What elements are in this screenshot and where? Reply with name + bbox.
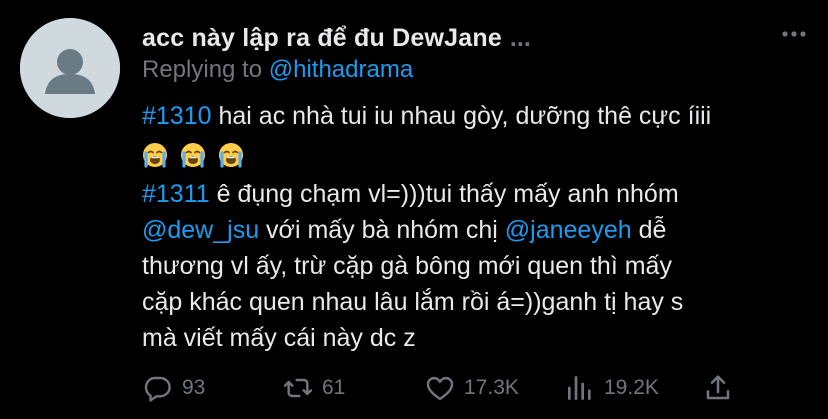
tweet-line: mà viết mấy cái này dc z bbox=[142, 320, 812, 356]
loudly-crying-face-icon bbox=[180, 142, 206, 168]
share-button[interactable] bbox=[702, 372, 734, 404]
avatar[interactable] bbox=[20, 18, 120, 118]
text-segment: hai ac nhà tui iu nhau gòy, dưỡng thê cự… bbox=[211, 102, 712, 130]
mention-link[interactable]: @janeeyeh bbox=[505, 216, 632, 244]
display-name[interactable]: acc này lập ra để đu DewJane bbox=[142, 24, 502, 53]
tweet-body: #1310 hai ac nhà tui iu nhau gòy, dưỡng … bbox=[142, 98, 812, 356]
tweet-line: thương vl ấy, trừ cặp gà bông mới quen t… bbox=[142, 248, 812, 284]
retweet-button[interactable]: 61 bbox=[282, 372, 424, 404]
retweet-icon bbox=[283, 378, 313, 398]
reply-icon bbox=[144, 376, 171, 402]
loudly-crying-face-icon bbox=[218, 142, 244, 168]
retweet-count: 61 bbox=[322, 376, 346, 399]
mention-link[interactable]: @dew_jsu bbox=[142, 216, 259, 244]
text-segment: thương vl ấy, trừ cặp gà bông mới quen t… bbox=[142, 252, 672, 280]
share-icon bbox=[706, 375, 730, 400]
views-button[interactable]: 19.2K bbox=[564, 372, 702, 404]
reply-button[interactable]: 93 bbox=[142, 372, 282, 404]
heart-icon bbox=[426, 376, 454, 401]
tweet-line: #1310 hai ac nhà tui iu nhau gòy, dưỡng … bbox=[142, 98, 812, 134]
text-segment: mà viết mấy cái này dc z bbox=[142, 324, 416, 352]
tweet-header: acc này lập ra để đu DewJane ... bbox=[142, 20, 808, 56]
loudly-crying-face-icon bbox=[142, 142, 168, 168]
tweet-line: #1311 ê đụng chạm vl=)))tui thấy mấy anh… bbox=[142, 176, 812, 212]
tweet-actions: 93 61 17.3K 19.2K bbox=[142, 368, 808, 408]
text-segment: cặp khác quen nhau lâu lắm rồi á=))ganh … bbox=[142, 288, 684, 316]
like-count: 17.3K bbox=[464, 376, 519, 399]
views-bar-chart-icon bbox=[568, 376, 591, 400]
hashtag[interactable]: #1311 bbox=[142, 180, 210, 208]
reply-count: 93 bbox=[182, 376, 206, 399]
view-count: 19.2K bbox=[604, 376, 659, 399]
more-icon bbox=[782, 31, 806, 37]
tweet-line: @dew_jsu với mấy bà nhóm chị @janeeyeh d… bbox=[142, 212, 812, 248]
default-avatar-icon bbox=[20, 18, 120, 118]
replying-to-mention[interactable]: @hithadrama bbox=[269, 56, 413, 83]
text-segment: ê đụng chạm vl=)))tui thấy mấy anh nhóm bbox=[209, 180, 679, 208]
name-truncation: ... bbox=[509, 23, 531, 52]
hashtag[interactable]: #1310 bbox=[142, 102, 212, 130]
text-segment: với mấy bà nhóm chị bbox=[259, 216, 505, 244]
replying-prefix: Replying to bbox=[142, 56, 263, 83]
text-segment: dễ bbox=[631, 216, 667, 244]
like-button[interactable]: 17.3K bbox=[424, 372, 564, 404]
replying-to: Replying to @hithadrama bbox=[142, 56, 413, 84]
emoji-row bbox=[142, 134, 812, 176]
tweet-line: cặp khác quen nhau lâu lắm rồi á=))ganh … bbox=[142, 284, 812, 320]
more-options-button[interactable] bbox=[778, 22, 810, 46]
